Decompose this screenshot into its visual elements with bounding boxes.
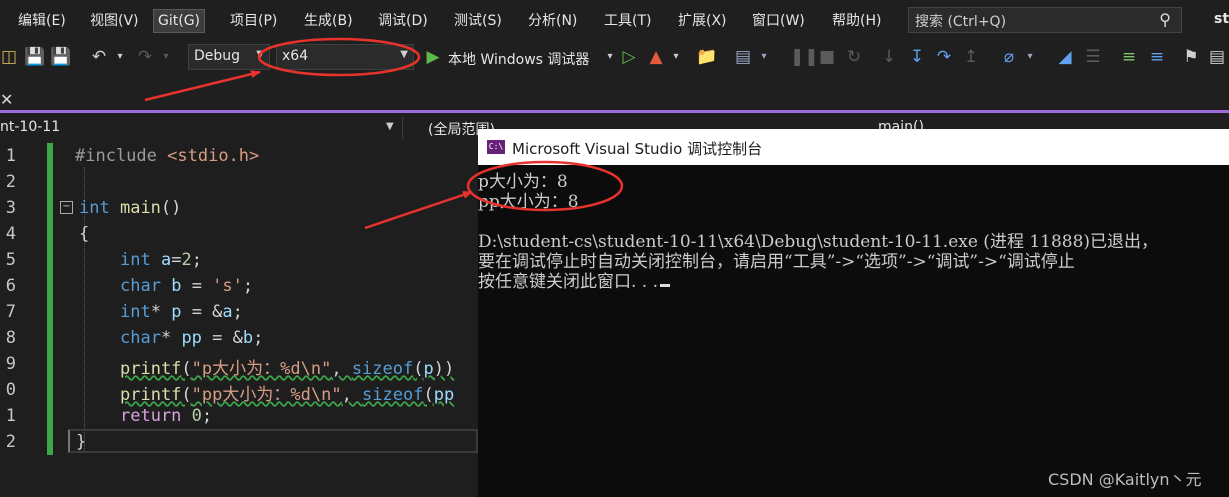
- redo-dropdown-icon[interactable]: ▾: [160, 46, 172, 68]
- show-next-statement-icon[interactable]: ↓: [880, 46, 898, 68]
- step-into-icon[interactable]: ↧: [908, 46, 926, 68]
- step-out-icon[interactable]: ↥: [962, 46, 980, 68]
- current-line-highlight: [68, 429, 478, 453]
- undo-icon[interactable]: ↶: [88, 46, 110, 68]
- line-number: 5: [5, 250, 16, 270]
- chevron-down-icon[interactable]: ▼: [386, 121, 394, 132]
- menu-git[interactable]: Git(G): [153, 9, 205, 33]
- search-icon: ⚲: [1159, 10, 1171, 29]
- code-line: char b = 's';: [120, 276, 254, 296]
- save-icon[interactable]: 💾: [24, 46, 46, 68]
- process-dropdown-icon[interactable]: ▾: [758, 46, 770, 68]
- code-line: }: [76, 432, 87, 452]
- code-line: int a=2;: [120, 250, 202, 270]
- line-number: 1: [5, 406, 16, 426]
- console-title: Microsoft Visual Studio 调试控制台: [512, 140, 763, 158]
- line-number: 8: [5, 328, 16, 348]
- menu-bar: 编辑(E) 视图(V) Git(G) 项目(P) 生成(B) 调试(D) 测试(…: [0, 0, 1229, 40]
- browse-folder-icon[interactable]: 📁: [696, 46, 718, 68]
- code-line: return 0;: [120, 406, 213, 426]
- watermark: CSDN @Kaitlyn丶元: [1048, 470, 1202, 489]
- comment-icon[interactable]: ≡: [1118, 46, 1140, 68]
- line-number: 3: [5, 198, 16, 218]
- code-editor[interactable]: − 1 2 3 4 5 6 7 8 9 0 1 2 #include <stdi…: [0, 143, 478, 497]
- configuration-value: Debug: [194, 48, 241, 64]
- window-title: st: [1214, 11, 1229, 27]
- chevron-down-icon: ▼: [400, 49, 408, 60]
- code-line: printf("p大小为：%d\n", sizeof(p)): [120, 359, 455, 379]
- hot-reload-icon[interactable]: ▲: [646, 46, 666, 68]
- close-icon[interactable]: ✕: [0, 90, 13, 109]
- console-output-line: pp大小为：8: [478, 192, 579, 212]
- diagnostic-icon[interactable]: ⌀: [998, 46, 1020, 68]
- line-number: 2: [5, 432, 16, 452]
- line-number: 0: [5, 380, 16, 400]
- redo-icon[interactable]: ↷: [134, 46, 156, 68]
- collapse-toggle-icon[interactable]: −: [60, 201, 73, 214]
- platform-dropdown[interactable]: x64 ▼: [276, 44, 414, 70]
- search-box[interactable]: 搜索 (Ctrl+Q) ⚲: [908, 7, 1182, 33]
- console-title-bar[interactable]: C:\ Microsoft Visual Studio 调试控制台: [478, 129, 1229, 165]
- configuration-dropdown[interactable]: Debug ▼: [188, 44, 270, 70]
- menu-test[interactable]: 测试(S): [450, 10, 506, 32]
- bookmark-list-icon[interactable]: ☰: [1082, 46, 1104, 68]
- change-indicator-bar: [47, 143, 53, 455]
- console-output-line: 按任意键关闭此窗口. . .: [478, 267, 671, 292]
- bookmark-icon[interactable]: ⚑: [1182, 46, 1200, 68]
- menu-edit[interactable]: 编辑(E): [14, 10, 70, 32]
- code-line: {: [79, 224, 90, 244]
- run-target-button[interactable]: 本地 Windows 调试器: [448, 49, 589, 69]
- run-target-dropdown-icon[interactable]: ▾: [604, 46, 616, 68]
- uncomment-icon[interactable]: ≡: [1146, 46, 1168, 68]
- code-line: #include <stdio.h>: [75, 146, 260, 166]
- more-icon[interactable]: ▤: [1208, 46, 1226, 68]
- pause-icon[interactable]: ❚❚: [790, 46, 819, 68]
- line-number: 2: [5, 172, 16, 192]
- menu-extensions[interactable]: 扩展(X): [674, 10, 731, 32]
- console-cursor: [660, 284, 671, 287]
- project-dropdown[interactable]: nt-10-11: [0, 119, 60, 135]
- step-over-icon[interactable]: ↷: [934, 46, 954, 68]
- format-icon[interactable]: ◢: [1054, 46, 1076, 68]
- line-number: 9: [5, 354, 16, 374]
- start-debug-icon[interactable]: ▶: [424, 46, 442, 68]
- stop-icon[interactable]: ■: [818, 46, 836, 68]
- toolbar: ◫ 💾 💾 ↶ ▾ ↷ ▾ Debug ▼ x64 ▼ ▶ 本地 Windows…: [0, 40, 1229, 76]
- search-placeholder: 搜索 (Ctrl+Q): [915, 14, 1007, 30]
- code-line: int* p = &a;: [120, 302, 243, 322]
- menu-debug[interactable]: 调试(D): [374, 10, 432, 32]
- restart-icon[interactable]: ↻: [844, 46, 864, 68]
- line-number: 4: [5, 224, 16, 244]
- console-prompt-text: 按任意键关闭此窗口. . .: [478, 272, 659, 292]
- hot-reload-dropdown-icon[interactable]: ▾: [670, 46, 682, 68]
- code-line: printf("pp大小为：%d\n", sizeof(pp: [120, 385, 455, 405]
- menu-window[interactable]: 窗口(W): [748, 10, 809, 32]
- open-folder-icon[interactable]: ◫: [0, 46, 18, 68]
- line-number: 7: [5, 302, 16, 322]
- menu-help[interactable]: 帮助(H): [828, 10, 885, 32]
- menu-tools[interactable]: 工具(T): [600, 10, 655, 32]
- menu-analyze[interactable]: 分析(N): [524, 10, 581, 32]
- line-number: 1: [5, 146, 16, 166]
- code-line: int main(): [79, 198, 182, 218]
- process-icon[interactable]: ▤: [732, 46, 754, 68]
- menu-build[interactable]: 生成(B): [300, 10, 357, 32]
- console-app-icon: C:\: [487, 140, 505, 154]
- menu-view[interactable]: 视图(V): [86, 10, 143, 32]
- document-tab-strip: ✕: [0, 76, 1229, 112]
- platform-value: x64: [282, 48, 309, 64]
- start-without-debug-icon[interactable]: ▷: [620, 46, 638, 68]
- code-line: char* pp = &b;: [120, 328, 264, 348]
- menu-project[interactable]: 项目(P): [226, 10, 281, 32]
- diagnostic-dropdown-icon[interactable]: ▾: [1024, 46, 1036, 68]
- line-number: 6: [5, 276, 16, 296]
- divider: [402, 117, 403, 139]
- save-all-icon[interactable]: 💾: [50, 46, 72, 68]
- debug-console-window[interactable]: C:\ Microsoft Visual Studio 调试控制台 p大小为：8…: [478, 129, 1229, 497]
- undo-dropdown-icon[interactable]: ▾: [114, 46, 126, 68]
- chevron-down-icon: ▼: [256, 49, 264, 60]
